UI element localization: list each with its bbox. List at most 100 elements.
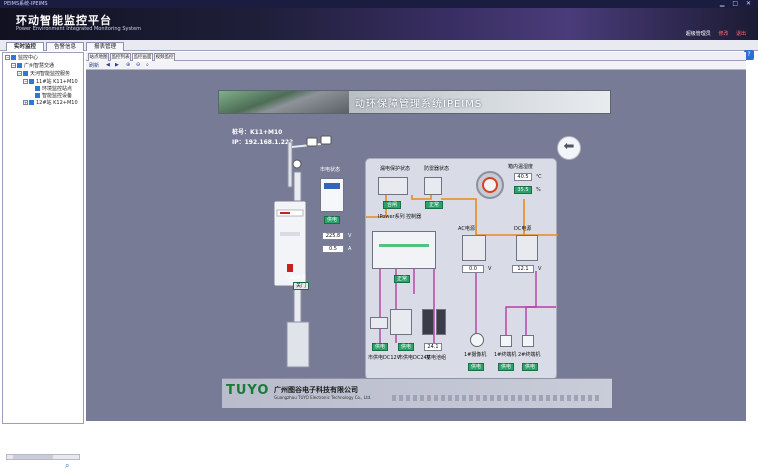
camera1-label: 1#摄像机	[464, 352, 487, 358]
scrollbar-thumb[interactable]	[13, 455, 53, 459]
terminal-icon[interactable]	[522, 335, 534, 347]
camera-icon	[306, 137, 318, 147]
unit-a: A	[348, 246, 352, 252]
tab-monitor-view[interactable]: 监控画面	[132, 53, 153, 61]
terminal1-status: 供电	[498, 363, 514, 371]
modify-link[interactable]: 修改	[718, 31, 728, 37]
tree-item-smart-device[interactable]: 智能监控设备	[35, 93, 72, 100]
window-title-bar: PEIMS系统-IPEIMS ▁ □ ✕	[0, 0, 758, 8]
env-label: 箱内温湿度	[508, 164, 534, 170]
mains-status: 供电	[324, 216, 340, 224]
dc12-status: 供电	[372, 343, 388, 351]
arrow-left-icon: ⬅	[563, 139, 575, 154]
door-label: 门磁状态	[286, 275, 307, 281]
battery-value: 24.1	[424, 343, 442, 351]
tab-report-manage[interactable]: 报表管理	[86, 42, 124, 51]
collapse-icon[interactable]: −	[5, 55, 10, 60]
tab-alarm-info[interactable]: 告警信息	[46, 42, 84, 51]
battery-pack[interactable]	[422, 309, 434, 335]
zoom-fit-button[interactable]: ⌕	[146, 62, 149, 68]
mains-label: 市电状态	[320, 167, 341, 173]
dc-power-unit[interactable]	[516, 235, 538, 261]
main-tab-bar: 实时监控 告警信息 报表管理	[0, 40, 758, 51]
mains-voltage: 225.8	[322, 232, 344, 240]
controller-led	[379, 244, 429, 247]
tree-item-root[interactable]: − 监控中心	[5, 55, 38, 62]
thermometer-gauge-icon	[476, 171, 504, 199]
tree-item-env-monitor[interactable]: 环境监控站点	[35, 86, 72, 93]
dc24-status: 供电	[398, 343, 414, 351]
prev-button[interactable]: ◀	[106, 62, 110, 68]
tab-realtime-monitor[interactable]: 实时监控	[6, 42, 44, 51]
tab-monitor-list[interactable]: 监控列表	[110, 53, 131, 61]
back-button[interactable]: ⬅	[557, 136, 581, 160]
user-info: 超级管理员 修改 退出	[680, 30, 746, 37]
tab-video-monitor[interactable]: 视频监控	[154, 53, 175, 61]
lightning-label: 防雷器状态	[424, 166, 450, 172]
zoom-in-button[interactable]: ⊕	[126, 62, 130, 68]
next-button[interactable]: ▶	[115, 62, 119, 68]
tree-item-station-12[interactable]: +12#站 K12+M10	[23, 100, 78, 107]
electric-meter[interactable]	[320, 178, 344, 212]
ac-power-unit[interactable]	[462, 235, 486, 261]
meter-display	[324, 183, 340, 189]
ac-label: AC电源	[458, 226, 475, 232]
camera-icon	[320, 135, 332, 145]
collapse-icon[interactable]: −	[11, 63, 16, 68]
ac-value: 0.0	[462, 265, 484, 273]
collapse-icon[interactable]: −	[17, 71, 22, 76]
tab-site-map[interactable]: 站点地图	[88, 53, 109, 61]
monitor-canvas: 动环保障管理系统IPEIMS 桩号：K11+M10 IP：192.168.1.2…	[86, 70, 746, 421]
station-icon	[29, 100, 34, 105]
battery-label: 蓄电池组	[426, 355, 447, 361]
dc24-module[interactable]	[390, 309, 412, 335]
folder-icon	[23, 71, 28, 76]
tree-horizontal-scrollbar[interactable]	[6, 454, 80, 460]
leakage-breaker[interactable]	[378, 177, 408, 195]
footer-decoration	[392, 395, 602, 401]
dc-label: DC电源	[514, 226, 532, 232]
search-icon[interactable]: ⌕	[65, 461, 69, 471]
folder-icon	[17, 63, 22, 68]
dome-camera-icon	[292, 159, 302, 169]
expand-icon[interactable]: +	[23, 100, 28, 105]
cabinet-lock	[287, 264, 293, 272]
door-status: 关门	[293, 282, 309, 290]
view-tab-bar: 站点地图 监控列表 监控画面 视频监控	[86, 52, 746, 61]
terminal2-label: 2#终端机	[518, 352, 541, 358]
user-label: 超级管理员	[685, 31, 711, 37]
cabinet-nameplate	[280, 232, 300, 236]
unit-v: V	[488, 266, 492, 272]
banner-title: 动环保障管理系统IPEIMS	[355, 99, 483, 110]
leakage-status: 合闸	[383, 201, 401, 209]
device-tree-panel: − 监控中心 − 广州智慧交通 − 天河智能监控服务 −11#站 K11+M10 环境…	[2, 52, 84, 470]
terminal-icon[interactable]	[500, 335, 512, 347]
dc12-module[interactable]	[370, 317, 388, 329]
app-subtitle: Power Environment Integrated Monitoring …	[16, 26, 141, 32]
window-controls[interactable]: ▁ □ ✕	[720, 0, 754, 8]
ipower-controller[interactable]	[372, 231, 436, 269]
battery-pack[interactable]	[436, 309, 446, 335]
exit-link[interactable]: 退出	[736, 31, 746, 37]
ipower-status: 正常	[394, 275, 410, 283]
tree-item-city[interactable]: − 广州智慧交通	[11, 63, 54, 70]
refresh-button[interactable]: 刷新	[89, 62, 99, 69]
unit-percent: %	[536, 187, 541, 193]
view-toolbar: 刷新 ◀ ▶ ⊕ ⊖ ⌕	[86, 61, 746, 70]
breaker-wire	[411, 195, 432, 200]
collapse-icon[interactable]: −	[23, 79, 28, 84]
tree-item-district[interactable]: − 天河智能监控服务	[17, 71, 70, 78]
company-name-cn: 广州图谷电子科技有限公司	[274, 386, 358, 394]
folder-icon	[11, 55, 16, 60]
lightning-status: 正常	[425, 201, 443, 209]
terminal1-label: 1#终端机	[494, 352, 517, 358]
unit-v: V	[538, 266, 542, 272]
ipower-label: IPower系列 控制器	[378, 214, 422, 220]
tree-item-station-11[interactable]: −11#站 K11+M10	[23, 79, 78, 86]
zoom-out-button[interactable]: ⊖	[136, 62, 140, 68]
unit-celsius: ℃	[536, 174, 542, 180]
company-logo: TUYO	[226, 383, 270, 398]
device-icon	[35, 93, 40, 98]
lightning-arrester[interactable]	[424, 177, 442, 195]
dome-camera-icon[interactable]	[470, 333, 484, 347]
